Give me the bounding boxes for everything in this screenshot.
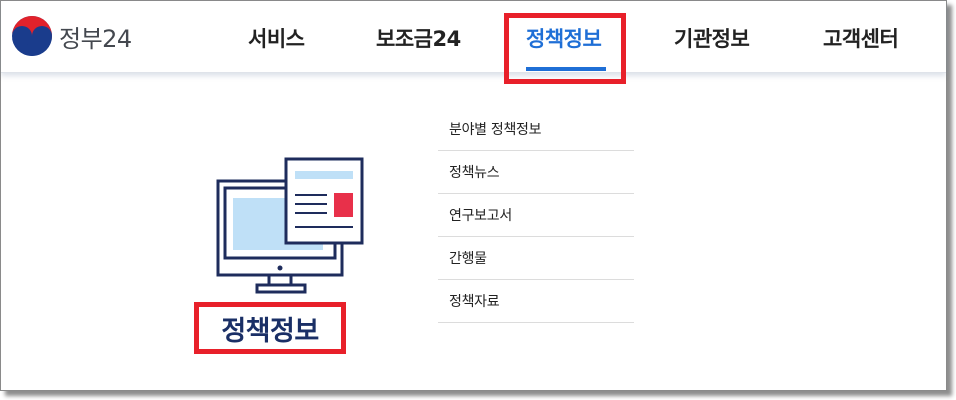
submenu-item-policy-materials[interactable]: 정책자료 (438, 280, 634, 323)
site-logo[interactable]: 정부24 (11, 14, 132, 58)
monitor-document-icon (215, 157, 365, 301)
submenu-item-research-reports[interactable]: 연구보고서 (438, 194, 634, 237)
top-header: 정부24 서비스 보조금24 정책정보 기관정보 고객센터 (1, 1, 946, 73)
nav-item-services[interactable]: 서비스 (248, 23, 305, 53)
nav-item-customer-center[interactable]: 고객센터 (823, 23, 899, 53)
submenu-item-field-policy[interactable]: 분야별 정책정보 (438, 108, 634, 151)
brand-name: 정부24 (59, 24, 132, 53)
submenu-item-publications[interactable]: 간행물 (438, 237, 634, 280)
taegeuk-logo-icon (11, 15, 53, 57)
browser-frame: 정부24 서비스 보조금24 정책정보 기관정보 고객센터 정책정보 분야별 정… (0, 0, 947, 391)
nav-item-subsidy24[interactable]: 보조금24 (376, 23, 461, 53)
panel-title: 정책정보 (194, 302, 346, 354)
policy-submenu: 분야별 정책정보 정책뉴스 연구보고서 간행물 정책자료 (438, 108, 634, 323)
nav-item-agency-info[interactable]: 기관정보 (674, 23, 750, 53)
submenu-item-policy-news[interactable]: 정책뉴스 (438, 151, 634, 194)
highlight-box-nav (504, 13, 626, 84)
